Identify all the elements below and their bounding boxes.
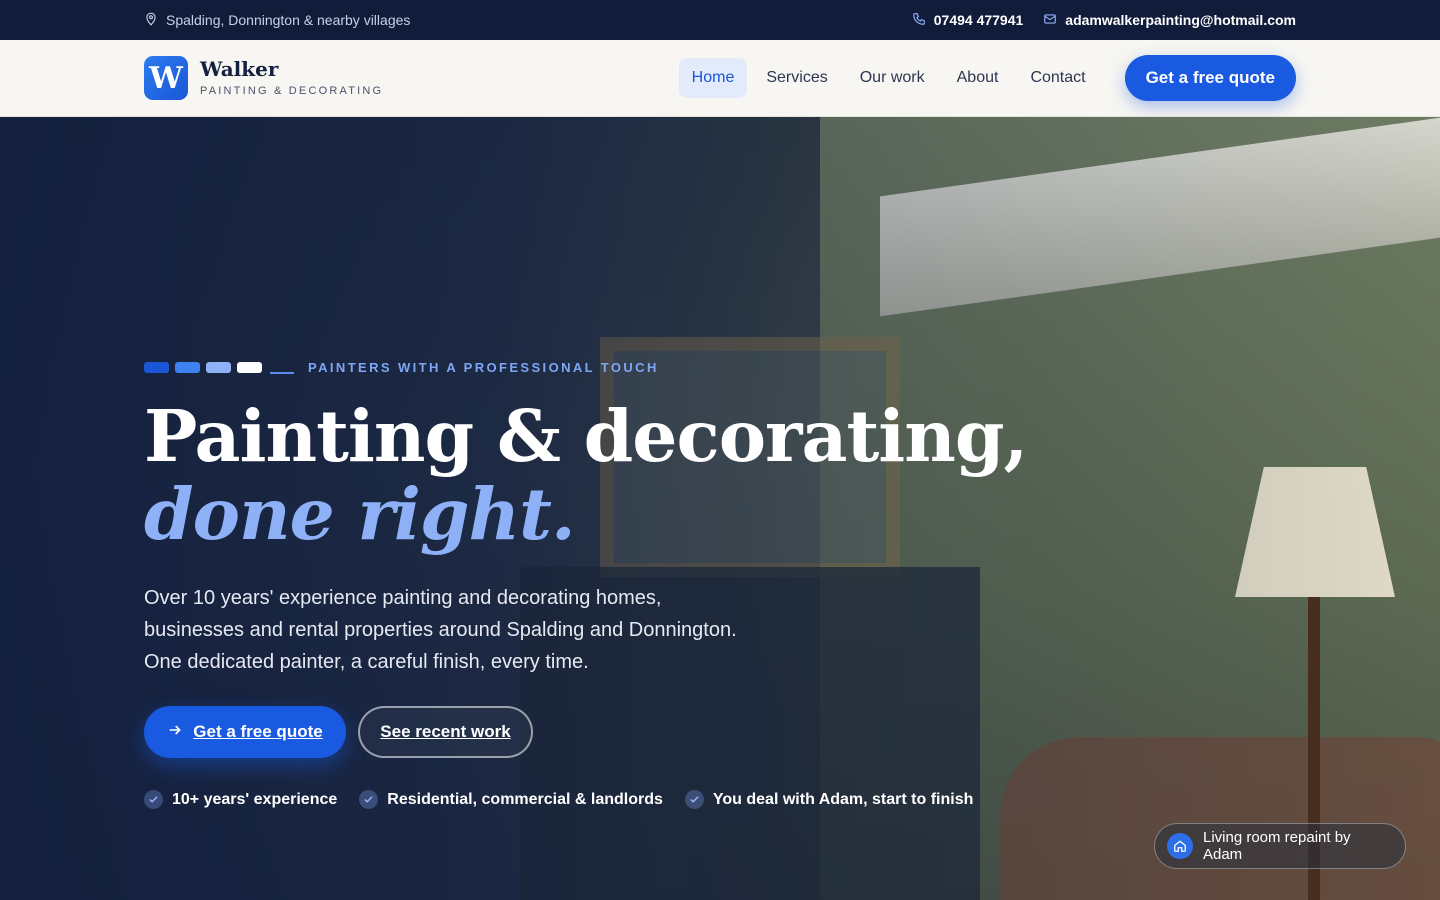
check-icon: [359, 790, 379, 809]
check-icon: [684, 790, 704, 809]
main-nav: Home Services Our work About Contact Get…: [678, 55, 1296, 101]
hero-section: PAINTERS WITH A PROFESSIONAL TOUCH Paint…: [0, 117, 1440, 900]
phone-icon: [912, 12, 926, 29]
headline-line-1: Painting & decorating,: [144, 394, 1028, 478]
phone-link[interactable]: 07494 477941: [912, 12, 1024, 29]
eyebrow-swatch-4: [237, 362, 262, 373]
check-label: 10+ years' experience: [172, 790, 338, 808]
arrow-right-icon: [167, 722, 183, 743]
see-recent-work-button[interactable]: See recent work: [358, 706, 533, 758]
nav-about[interactable]: About: [944, 58, 1012, 98]
nav-home[interactable]: Home: [678, 58, 748, 98]
brand-name: Walker: [200, 57, 279, 81]
eyebrow-swatch-2: [175, 362, 200, 373]
check-label: You deal with Adam, start to finish: [712, 790, 974, 808]
eyebrow-swatch-3: [206, 362, 231, 373]
hero-eyebrow: PAINTERS WITH A PROFESSIONAL TOUCH: [144, 360, 659, 375]
phone-number: 07494 477941: [933, 12, 1024, 28]
map-pin-icon: [144, 12, 158, 29]
check-icon: [144, 790, 163, 809]
brand-text: Walker PAINTING & DECORATING: [200, 59, 383, 97]
photo-caption-badge: Living room repaint by Adam: [1154, 823, 1406, 869]
email-address: adamwalkerpainting@hotmail.com: [1065, 12, 1296, 28]
check-item: 10+ years' experience: [144, 790, 337, 809]
nav-contact[interactable]: Contact: [1017, 58, 1098, 98]
header-quote-button[interactable]: Get a free quote: [1124, 55, 1296, 101]
check-label: Residential, commercial & landlords: [387, 790, 663, 808]
location-info: Spalding, Donnington & nearby villages: [144, 12, 410, 29]
site-header: W Walker PAINTING & DECORATING Home Serv…: [0, 40, 1440, 117]
email-link[interactable]: adamwalkerpainting@hotmail.com: [1043, 12, 1296, 29]
hero-headline: Painting & decorating, done right.: [144, 394, 1028, 556]
eyebrow-text: PAINTERS WITH A PROFESSIONAL TOUCH: [308, 360, 659, 375]
nav-our-work[interactable]: Our work: [847, 58, 938, 98]
check-item: Residential, commercial & landlords: [359, 790, 663, 809]
contact-links: 07494 477941 adamwalkerpainting@hotmail.…: [912, 12, 1296, 29]
check-item: You deal with Adam, start to finish: [684, 790, 974, 809]
brand-tagline: PAINTING & DECORATING: [200, 85, 384, 97]
hero-subtext: Over 10 years' experience painting and d…: [144, 587, 737, 673]
location-text: Spalding, Donnington & nearby villages: [166, 12, 411, 28]
photo-caption-text: Living room repaint by Adam: [1202, 829, 1351, 863]
logo-mark: W: [144, 56, 188, 100]
home-icon: [1167, 833, 1193, 859]
hero-quote-button[interactable]: Get a free quote: [144, 706, 346, 758]
hero-quote-label: Get a free quote: [193, 722, 323, 741]
headline-line-2: done right.: [144, 472, 576, 556]
mail-icon: [1043, 12, 1057, 29]
brand-logo[interactable]: W Walker PAINTING & DECORATING: [144, 56, 383, 100]
eyebrow-swatch-1: [144, 362, 169, 373]
eyebrow-line: [270, 371, 294, 374]
hero-checklist: 10+ years' experience Residential, comme…: [144, 790, 973, 809]
nav-services[interactable]: Services: [753, 58, 840, 98]
top-utility-bar: Spalding, Donnington & nearby villages 0…: [0, 0, 1440, 40]
